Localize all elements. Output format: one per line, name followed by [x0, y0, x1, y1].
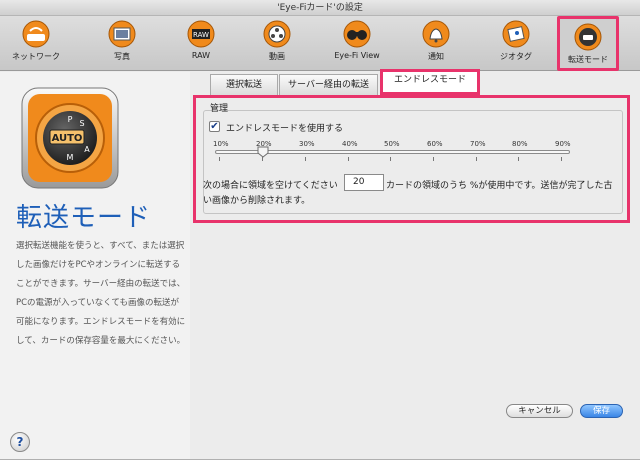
slider-tick-label: 90% [555, 140, 571, 148]
slider-tick-mark [561, 157, 562, 161]
endless-mode-checkbox-label: エンドレスモードを使用する [226, 124, 344, 134]
endless-mode-checkbox[interactable]: ✔ [209, 121, 220, 132]
raw-icon: RAW [184, 19, 218, 49]
toolbar-item-network[interactable]: ネットワーク [5, 19, 67, 69]
sidebar: AUTO P S A M 転送モード 選択転送機能を使うと、すべて、または選択し… [0, 72, 190, 460]
toolbar-item-notify[interactable]: 通知 [405, 19, 467, 69]
tab-server-transfer[interactable]: サーバー経由の転送 [279, 74, 378, 96]
slider-tick-mark [305, 157, 306, 161]
slider-tick-mark [476, 157, 477, 161]
toolbar: ネットワーク 写真 RAW RAW 動画 Eye-Fi View 通知 ジオタグ… [0, 16, 640, 71]
wifi-router-icon [19, 19, 53, 49]
tab-endless-mode[interactable]: エンドレスモード [380, 69, 480, 95]
threshold-input[interactable]: 20 [344, 174, 384, 191]
svg-text:RAW: RAW [193, 31, 209, 39]
toolbar-item-eyefi-view[interactable]: Eye-Fi View [326, 19, 388, 69]
threshold-sentence-suffix: カードの領域のうち %が使用中です。送信が完了した古 [386, 181, 613, 191]
slider-tick-label: 50% [384, 140, 400, 148]
binoculars-icon [340, 19, 374, 49]
bell-icon [419, 19, 453, 49]
tab-selective-transfer[interactable]: 選択転送 [210, 74, 278, 96]
slider-tick-mark [348, 157, 349, 161]
film-reel-icon [260, 19, 294, 49]
svg-text:S: S [79, 119, 84, 128]
svg-text:A: A [84, 145, 90, 154]
slider-tick-mark [219, 157, 220, 161]
svg-text:P: P [68, 115, 73, 124]
toolbar-item-video[interactable]: 動画 [246, 19, 308, 69]
threshold-sentence-prefix: 次の場合に領域を空けてください [203, 181, 338, 191]
mode-description: 選択転送機能を使うと、すべて、または選択した画像だけをPCやオンラインに転送する… [16, 241, 186, 346]
slider-thumb[interactable] [257, 146, 269, 158]
slider-tick-label: 30% [299, 140, 315, 148]
map-icon [499, 19, 533, 49]
save-button[interactable]: 保存 [580, 404, 623, 418]
slider-tick-mark [518, 157, 519, 161]
mode-dial-icon: AUTO P S A M [14, 82, 124, 194]
help-button[interactable]: ? [10, 432, 30, 452]
slider-tick-mark [433, 157, 434, 161]
management-title: 管理 [210, 104, 229, 114]
svg-text:AUTO: AUTO [52, 133, 83, 144]
page-title: 転送モード [16, 203, 152, 233]
toolbar-item-transfer-mode[interactable]: 転送モード [557, 16, 619, 71]
slider-tick-label: 70% [470, 140, 486, 148]
threshold-sentence-line2: い画像から削除されます。 [203, 196, 311, 206]
toolbar-item-geotag[interactable]: ジオタグ [485, 19, 547, 69]
slider-tick-label: 40% [342, 140, 358, 148]
photos-icon [105, 19, 139, 49]
slider-tick-label: 80% [512, 140, 528, 148]
toolbar-item-raw[interactable]: RAW RAW [170, 19, 232, 69]
slider-tick-mark [390, 157, 391, 161]
cancel-button[interactable]: キャンセル [506, 404, 573, 418]
toolbar-item-photos[interactable]: 写真 [91, 19, 153, 69]
window-title: 'Eye-Fiカード'の設定 [0, 0, 640, 16]
slider-tick-label: 10% [213, 140, 229, 148]
slider-tick-label: 60% [427, 140, 443, 148]
transfer-dial-icon [571, 22, 605, 52]
svg-text:M: M [67, 153, 74, 162]
